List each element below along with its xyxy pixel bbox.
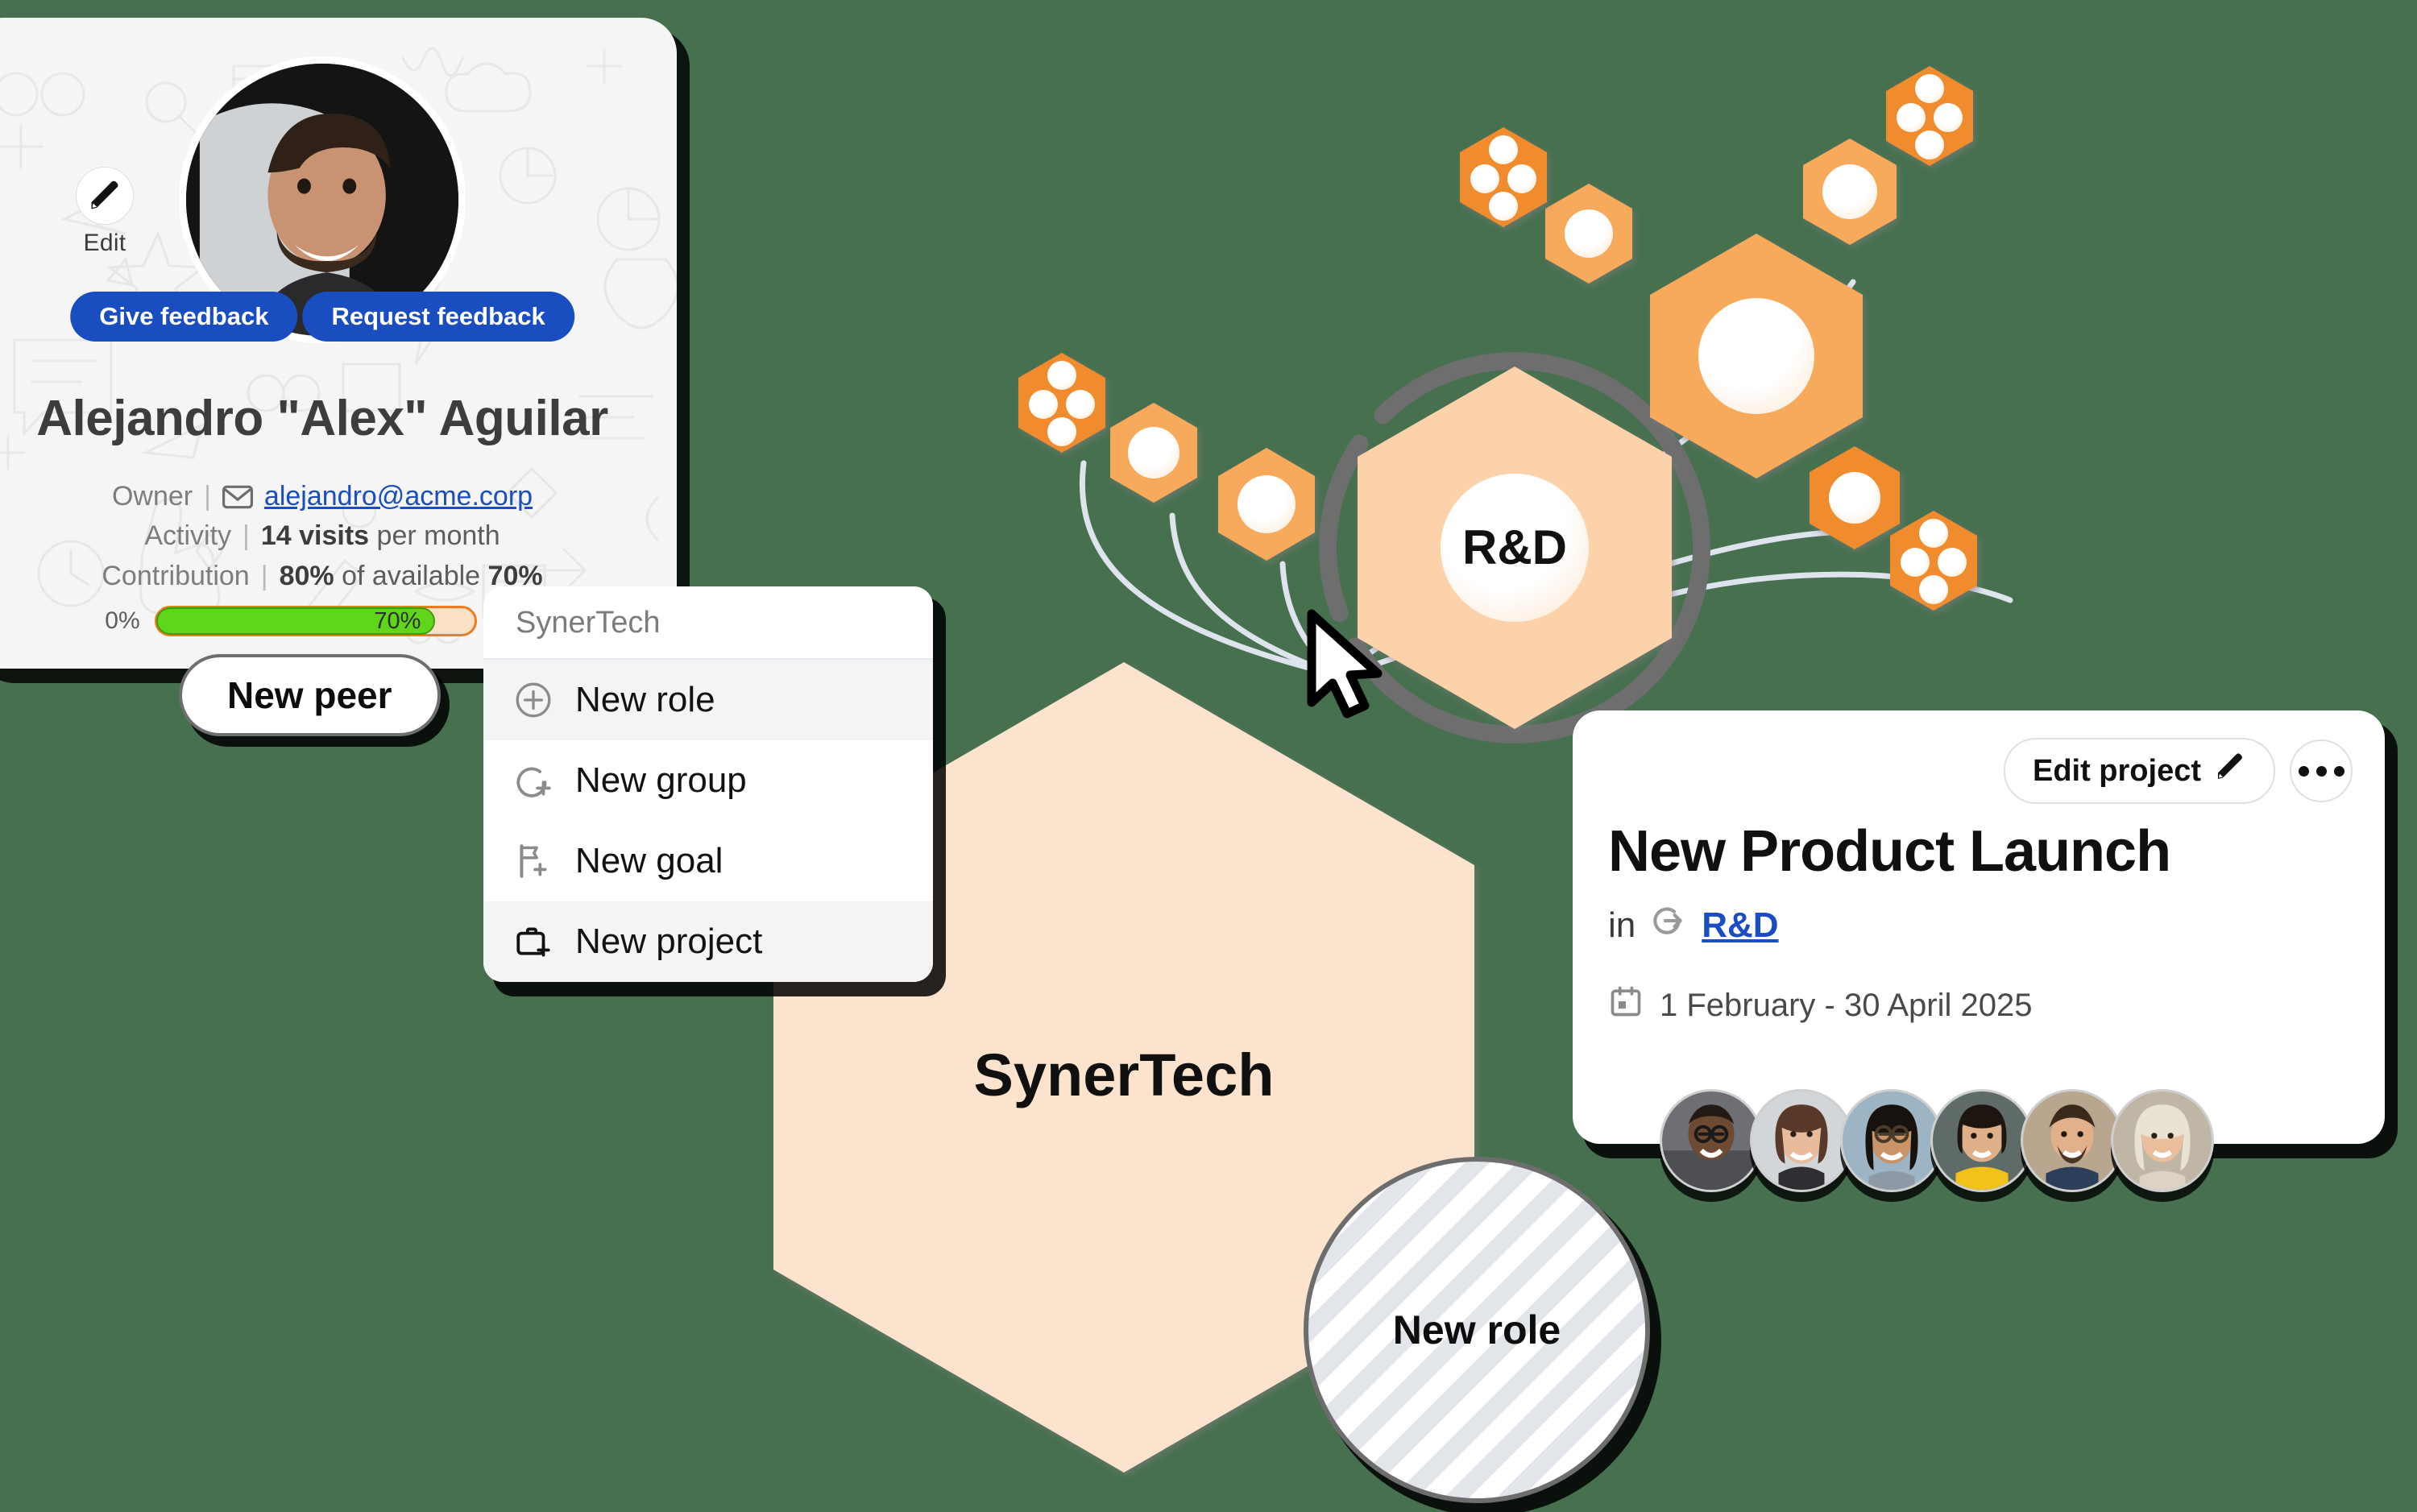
give-feedback-button[interactable]: Give feedback [70,292,298,342]
network-node-role[interactable] [1218,448,1315,561]
menu-item-new-group[interactable]: New group [483,740,933,821]
project-card-toolbar: Edit project [1573,710,2385,804]
network-node-role[interactable] [1545,184,1632,284]
profile-card: Edit Give feedback Request feedback Alej… [0,18,677,669]
owner-email-link[interactable]: alejandro@acme.corp [264,477,533,516]
in-label: in [1608,905,1636,945]
menu-item-label: New goal [575,841,723,880]
network-node-rd[interactable]: R&D [1358,367,1672,729]
bar-min-label: 0% [105,607,140,634]
network-node-group[interactable] [1460,127,1547,227]
ellipsis-icon [2333,765,2344,777]
project-dates: 1 February - 30 April 2025 [1573,950,2385,1027]
avatar[interactable] [1840,1089,1943,1192]
flag-add-icon [512,840,554,882]
bar-value-label: 70% [374,607,421,634]
progress-fill: 70% [155,607,436,635]
edit-label: Edit [83,230,126,256]
project-title: New Product Launch [1608,819,2171,884]
avatar[interactable] [1930,1089,2034,1192]
edit-project-button[interactable]: Edit project [2003,738,2275,804]
profile-name: Alejandro "Alex" Aguilar [36,391,608,446]
create-menu: SynerTech New role New group New goal Ne… [483,586,933,982]
briefcase-add-icon [512,921,554,963]
network-node-group[interactable] [1886,66,1973,166]
mail-icon [222,485,253,509]
feedback-actions: Give feedback Request feedback [70,292,574,342]
app-root: R&D SynerTech Edit Give feedback Request… [0,0,2417,1512]
network-node-label: R&D [1462,520,1567,574]
menu-item-label: New role [575,680,715,719]
menu-item-new-goal[interactable]: New goal [483,821,933,901]
org-hexagon-label: SynerTech [974,1042,1275,1108]
menu-item-new-project[interactable]: New project [483,901,933,982]
menu-item-label: New group [575,760,747,800]
more-options-button[interactable] [2290,739,2353,802]
meta-row-owner: Owner | alejandro@acme.corp [0,477,677,516]
new-peer-button[interactable]: New peer [179,654,441,736]
project-card: Edit project New Product Launch in R&D 1… [1573,710,2385,1192]
activity-value: 14 visits per month [260,520,500,552]
edit-project-label: Edit project [2032,753,2201,788]
group-icon [1648,901,1689,950]
contribution-label: Contribution [102,560,250,591]
profile-meta: Owner | alejandro@acme.corp Activity | 1… [0,477,677,596]
calendar-icon [1608,984,1644,1027]
ellipsis-icon [2315,765,2327,777]
menu-item-label: New project [575,922,763,961]
request-feedback-button[interactable]: Request feedback [302,292,574,342]
avatar[interactable] [2111,1089,2214,1192]
network-node-role[interactable] [1110,403,1197,503]
activity-label: Activity [144,520,232,552]
divider: | [204,481,211,512]
edit-avatar-control[interactable]: Edit [60,167,149,257]
divider: | [243,520,250,552]
group-add-icon [512,760,554,802]
avatar[interactable] [2021,1089,2124,1192]
meta-row-activity: Activity | 14 visits per month [0,516,677,556]
project-group-link[interactable]: R&D [1702,905,1778,946]
pencil-icon [2214,751,2246,791]
avatar[interactable] [1750,1089,1853,1192]
plus-circle-icon [512,679,554,721]
ellipsis-icon [2298,765,2309,777]
create-menu-header: SynerTech [483,586,933,660]
pencil-icon[interactable] [76,167,134,225]
progress-track[interactable]: 70% [154,606,477,636]
network-node-group[interactable] [1018,353,1105,453]
project-parent-group: in R&D [1573,884,2385,950]
owner-label: Owner [111,481,193,512]
network-node-group[interactable] [1890,511,1977,611]
avatar[interactable] [1660,1089,1763,1192]
new-role-button[interactable]: New role [1304,1157,1650,1503]
divider: | [260,560,268,591]
project-date-range: 1 February - 30 April 2025 [1660,987,2033,1023]
project-members [1660,1089,2214,1192]
menu-item-new-role[interactable]: New role [483,660,933,740]
network-node-role[interactable] [1803,139,1897,245]
